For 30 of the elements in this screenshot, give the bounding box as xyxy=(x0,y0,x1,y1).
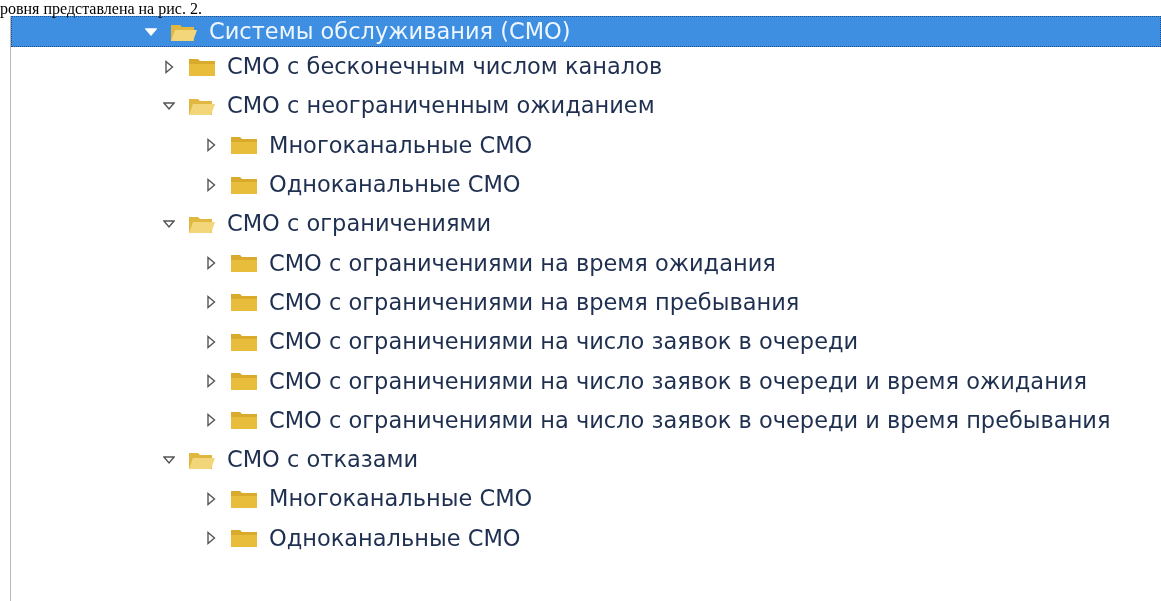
tree-item[interactable]: СМО с ограничениями xyxy=(11,204,1161,244)
tree-item[interactable]: Одноканальные СМО xyxy=(11,518,1161,558)
expand-arrow-icon[interactable] xyxy=(205,531,217,546)
tree-item[interactable]: Многоканальные СМО xyxy=(11,479,1161,519)
tree-item[interactable]: СМО с бесконечным числом каналов xyxy=(11,47,1161,87)
expand-arrow-icon[interactable] xyxy=(163,59,175,74)
folder-icon xyxy=(229,134,259,157)
tree-item[interactable]: СМО с ограничениями на число заявок в очереди xyxy=(11,322,1161,362)
tree-item[interactable]: Одноканальные СМО xyxy=(11,164,1161,205)
expand-arrow-icon[interactable] xyxy=(205,256,217,271)
folder-icon xyxy=(229,527,259,550)
tree-item[interactable]: СМО с ограничениями на число заявок в очереди и время ожидания xyxy=(11,361,1161,401)
expand-arrow-icon[interactable] xyxy=(205,374,217,388)
folder-icon xyxy=(229,370,259,392)
expand-arrow-icon[interactable] xyxy=(205,334,217,349)
tree-item[interactable]: СМО с отказами xyxy=(11,439,1161,480)
folder-icon xyxy=(229,291,259,314)
expand-arrow-icon[interactable] xyxy=(205,138,217,153)
tree-item[interactable]: СМО с ограничениями на время ожидания xyxy=(11,243,1161,283)
document-text: ровня представлена на рис. 2. xyxy=(0,1,202,17)
tree-item[interactable]: СМО с ограничениями на число заявок в очереди и время пребывания xyxy=(11,400,1161,440)
folder-icon xyxy=(229,409,259,432)
folder-icon xyxy=(229,252,259,275)
expand-arrow-icon[interactable] xyxy=(205,413,217,428)
expand-arrow-icon[interactable] xyxy=(205,491,217,506)
expand-arrow-icon[interactable] xyxy=(205,177,217,192)
tree-item[interactable]: Многоканальные СМО xyxy=(11,125,1161,165)
expand-arrow-icon[interactable] xyxy=(205,295,217,310)
tree-item[interactable]: СМО с ограничениями на время пребывания xyxy=(11,282,1161,323)
tree-item[interactable]: СМО с неограниченным ожиданием xyxy=(11,86,1161,126)
